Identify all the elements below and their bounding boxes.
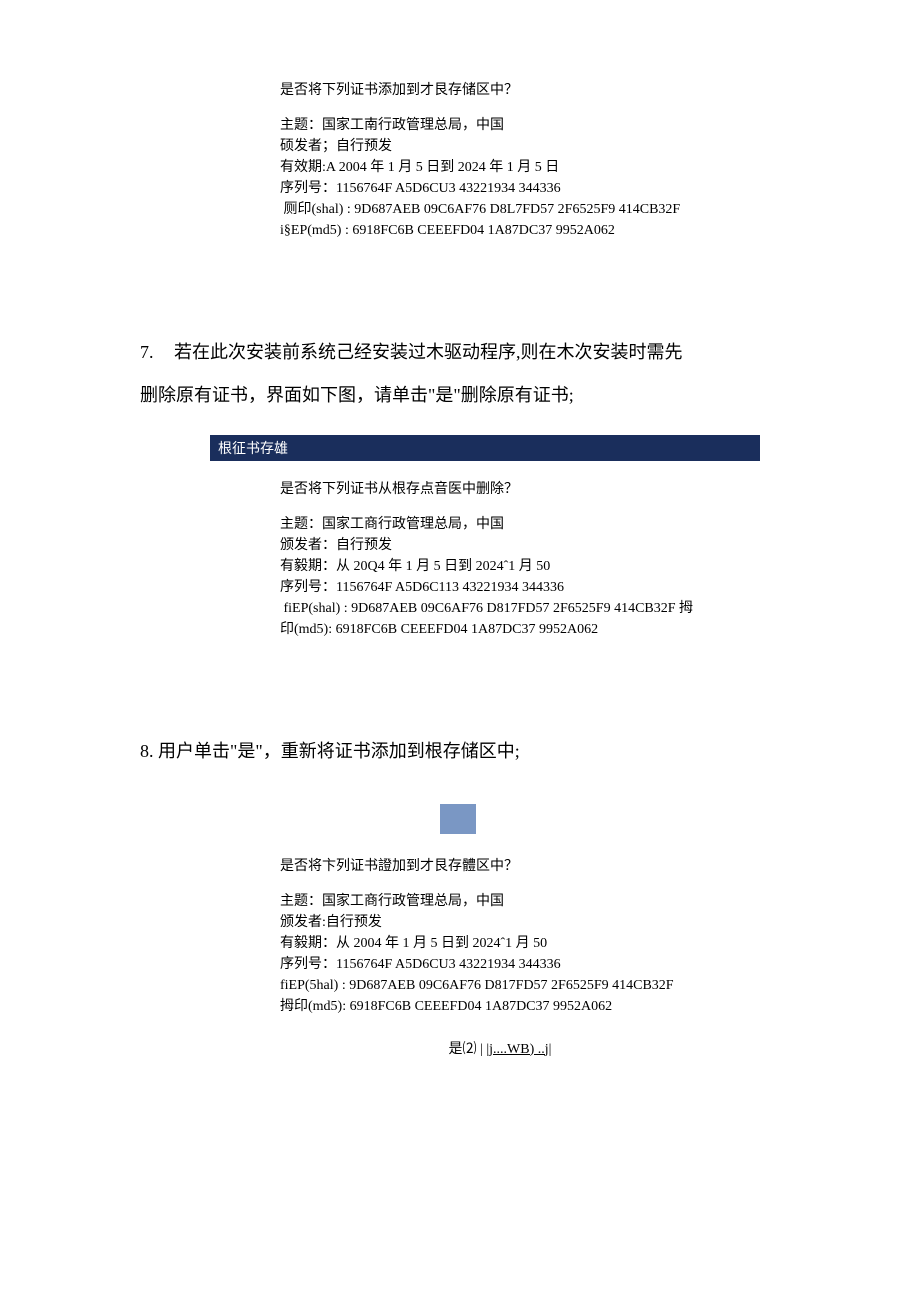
dialog-issuer: 硕发者；自行预发 bbox=[280, 136, 720, 157]
dialog-validity: 有毅期：从 20Q4 年 1 月 5 日到 2024ˆ1 月 50 bbox=[280, 556, 720, 577]
dialog-md5: 印(md5): 6918FC6B CEEEFD04 1A87DC37 9952A… bbox=[280, 619, 720, 640]
dialog-question: 是否将卞列证书證加到才艮存體区中？ bbox=[280, 856, 720, 877]
dialog-issuer: 颁发者：自行预发 bbox=[280, 535, 720, 556]
dialog-subject: 主题：国家工商行政管理总局，中国 bbox=[280, 514, 720, 535]
no-button[interactable]: |j....WB) ..j| bbox=[486, 1042, 551, 1057]
dialog-question: 是否将下列证书从根存点音医中删除？ bbox=[280, 479, 720, 500]
dialog-serial: 序列号：1156764F A5D6CU3 43221934 344336 bbox=[280, 954, 720, 975]
step-7-line-2: 删除原有证书，界面如下图，请单击"是"删除原有证书; bbox=[140, 385, 574, 405]
dialog-subject: 主题：国家工南行政管理总局，中国 bbox=[280, 115, 720, 136]
root-cert-store-titlebar: 根征书存雄 bbox=[210, 435, 760, 461]
step-7-line-1: 若在此次安装前系统己经安装过木驱动程序,则在木次安装时需先 bbox=[174, 342, 683, 362]
dialog-button-row: 是⑵ | |j....WB) ..j| bbox=[280, 1039, 720, 1060]
step-7-number: 7. bbox=[140, 331, 174, 374]
dialog-issuer: 颁发者:自行预发 bbox=[280, 912, 720, 933]
step-8-text: 8. 用户单击"是"，重新将证书添加到根存储区中; bbox=[140, 730, 780, 773]
certificate-add-dialog-2: 是否将卞列证书證加到才艮存體区中？ 主题：国家工商行政管理总局，中国 颁发者:自… bbox=[280, 856, 720, 1060]
dialog-serial: 序列号：1156764F A5D6C113 43221934 344336 bbox=[280, 577, 720, 598]
dialog-validity: 有毅期：从 2004 年 1 月 5 日到 2024ˆ1 月 50 bbox=[280, 933, 720, 954]
dialog-serial: 序列号：1156764F A5D6CU3 43221934 344336 bbox=[280, 178, 720, 199]
step-7-text: 7.若在此次安装前系统己经安装过木驱动程序,则在木次安装时需先 删除原有证书，界… bbox=[140, 331, 780, 417]
yes-button[interactable]: 是⑵ | bbox=[449, 1042, 487, 1057]
step-8-line: 用户单击"是"，重新将证书添加到根存储区中; bbox=[158, 741, 520, 761]
dialog-fragment-bar bbox=[440, 804, 476, 834]
dialog-sha1: 厕印(shal) : 9D687AEB 09C6AF76 D8L7FD57 2F… bbox=[280, 199, 720, 220]
certificate-delete-dialog: 是否将下列证书从根存点音医中删除？ 主题：国家工商行政管理总局，中国 颁发者：自… bbox=[280, 479, 720, 640]
dialog-sha1: fiEP(shal) : 9D687AEB 09C6AF76 D817FD57 … bbox=[280, 598, 720, 619]
dialog-md5: i§EP(md5) : 6918FC6B CEEEFD04 1A87DC37 9… bbox=[280, 220, 720, 241]
step-8-number: 8. bbox=[140, 741, 154, 761]
dialog-validity: 有效期:A 2004 年 1 月 5 日到 2024 年 1 月 5 日 bbox=[280, 157, 720, 178]
dialog-subject: 主题：国家工商行政管理总局，中国 bbox=[280, 891, 720, 912]
dialog-sha1: fiEP(5hal) : 9D687AEB 09C6AF76 D817FD57 … bbox=[280, 975, 720, 996]
dialog-question: 是否将下列证书添加到才艮存储区中？ bbox=[280, 80, 720, 101]
certificate-add-dialog-1: 是否将下列证书添加到才艮存储区中？ 主题：国家工南行政管理总局，中国 硕发者；自… bbox=[280, 80, 720, 241]
dialog-md5: 拇印(md5): 6918FC6B CEEEFD04 1A87DC37 9952… bbox=[280, 996, 720, 1017]
